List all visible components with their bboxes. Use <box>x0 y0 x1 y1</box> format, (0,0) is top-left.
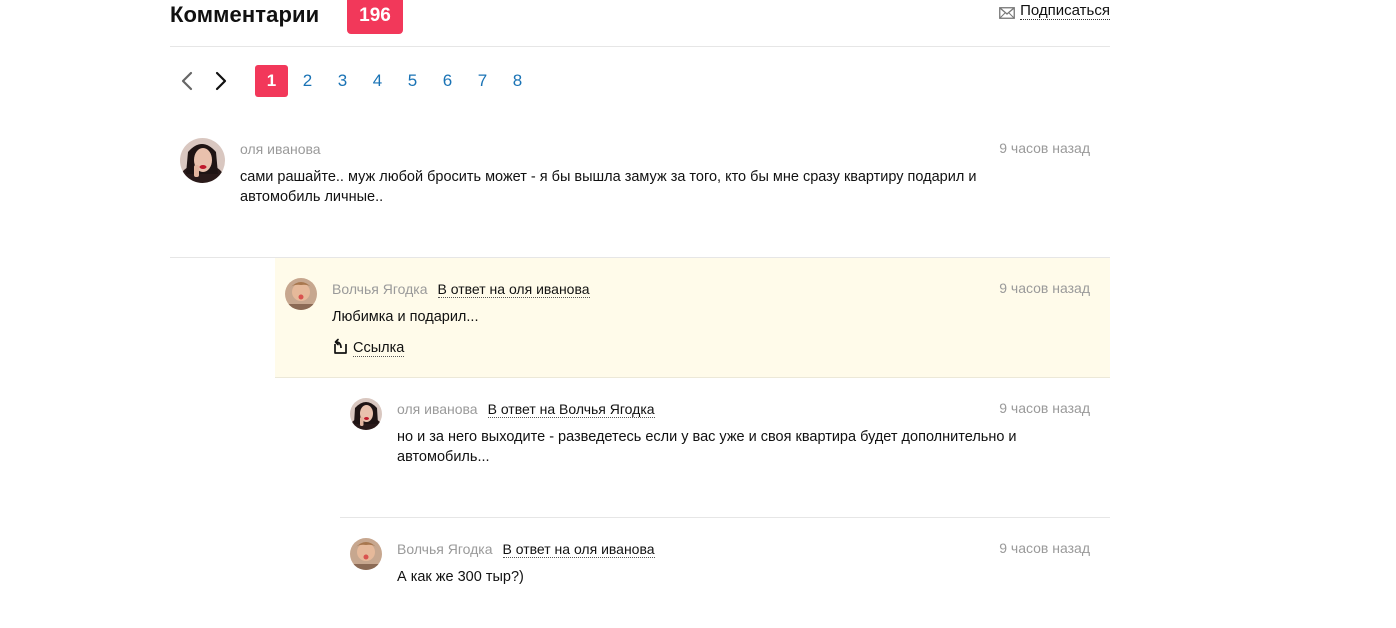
page-link-3[interactable]: 3 <box>325 65 360 97</box>
page-link-4[interactable]: 4 <box>360 65 395 97</box>
pagination: 1 2 3 4 5 6 7 8 <box>170 64 535 98</box>
comments-title: Комментарии <box>170 2 320 27</box>
comment-text: сами рашайте.. муж любой бросить может -… <box>240 169 977 205</box>
comment-text: Любимка и подарил... <box>332 309 479 325</box>
prev-page-button[interactable] <box>170 64 204 98</box>
page-numbers: 1 2 3 4 5 6 7 8 <box>255 65 535 97</box>
comment-author[interactable]: Волчья Ягодка <box>332 281 428 297</box>
comment-text: А как же 300 тыр?) <box>397 569 524 585</box>
page-link-6[interactable]: 6 <box>430 65 465 97</box>
comment-time: 9 часов назад <box>999 400 1090 416</box>
comment-time: 9 часов назад <box>999 280 1090 296</box>
comment-author[interactable]: Волчья Ягодка <box>397 541 493 557</box>
comment-link[interactable]: Ссылка <box>332 338 405 360</box>
comment-author[interactable]: оля иванова <box>240 141 321 157</box>
comments-count-badge: 196 <box>347 0 403 34</box>
page-link-5[interactable]: 5 <box>395 65 430 97</box>
mail-icon <box>999 6 1016 19</box>
reply-to-link[interactable]: В ответ на оля иванова <box>502 542 655 558</box>
comment-item: оля иванова В ответ на Волчья Ягодка 9 ч… <box>340 378 1110 518</box>
comments-header: Комментарии 196 Подписаться <box>170 0 1110 47</box>
comment-author[interactable]: оля иванова <box>397 401 478 417</box>
avatar[interactable] <box>350 538 382 570</box>
comments-page: Комментарии 196 Подписаться 1 2 3 4 5 6 … <box>0 0 1396 628</box>
comment-meta: Волчья Ягодка В ответ на оля иванова <box>332 281 590 298</box>
comment-meta: оля иванова <box>240 141 321 157</box>
comment-time: 9 часов назад <box>999 140 1090 156</box>
comment-item: оля иванова 9 часов назад сами рашайте..… <box>170 118 1110 258</box>
avatar[interactable] <box>180 138 225 183</box>
comment-item: Волчья Ягодка В ответ на оля иванова 9 ч… <box>275 258 1110 378</box>
reply-to-link[interactable]: В ответ на оля иванова <box>437 282 590 298</box>
reply-to-link[interactable]: В ответ на Волчья Ягодка <box>487 402 655 418</box>
subscribe-button[interactable]: Подписаться <box>999 3 1110 20</box>
comment-link-label: Ссылка <box>353 340 405 357</box>
page-link-8[interactable]: 8 <box>500 65 535 97</box>
next-page-button[interactable] <box>204 64 238 98</box>
page-link-7[interactable]: 7 <box>465 65 500 97</box>
link-icon <box>332 338 349 360</box>
avatar[interactable] <box>350 398 382 430</box>
chevron-left-icon <box>180 71 194 91</box>
chevron-right-icon <box>214 71 228 91</box>
comment-text: но и за него выходите - разведетесь если… <box>397 429 1017 465</box>
page-link-2[interactable]: 2 <box>290 65 325 97</box>
comment-time: 9 часов назад <box>999 540 1090 556</box>
avatar[interactable] <box>285 278 317 310</box>
subscribe-label: Подписаться <box>1020 2 1110 20</box>
comment-item: Волчья Ягодка В ответ на оля иванова 9 ч… <box>340 518 1110 628</box>
comment-meta: оля иванова В ответ на Волчья Ягодка <box>397 401 655 418</box>
comment-meta: Волчья Ягодка В ответ на оля иванова <box>397 541 655 558</box>
page-link-1[interactable]: 1 <box>255 65 288 97</box>
